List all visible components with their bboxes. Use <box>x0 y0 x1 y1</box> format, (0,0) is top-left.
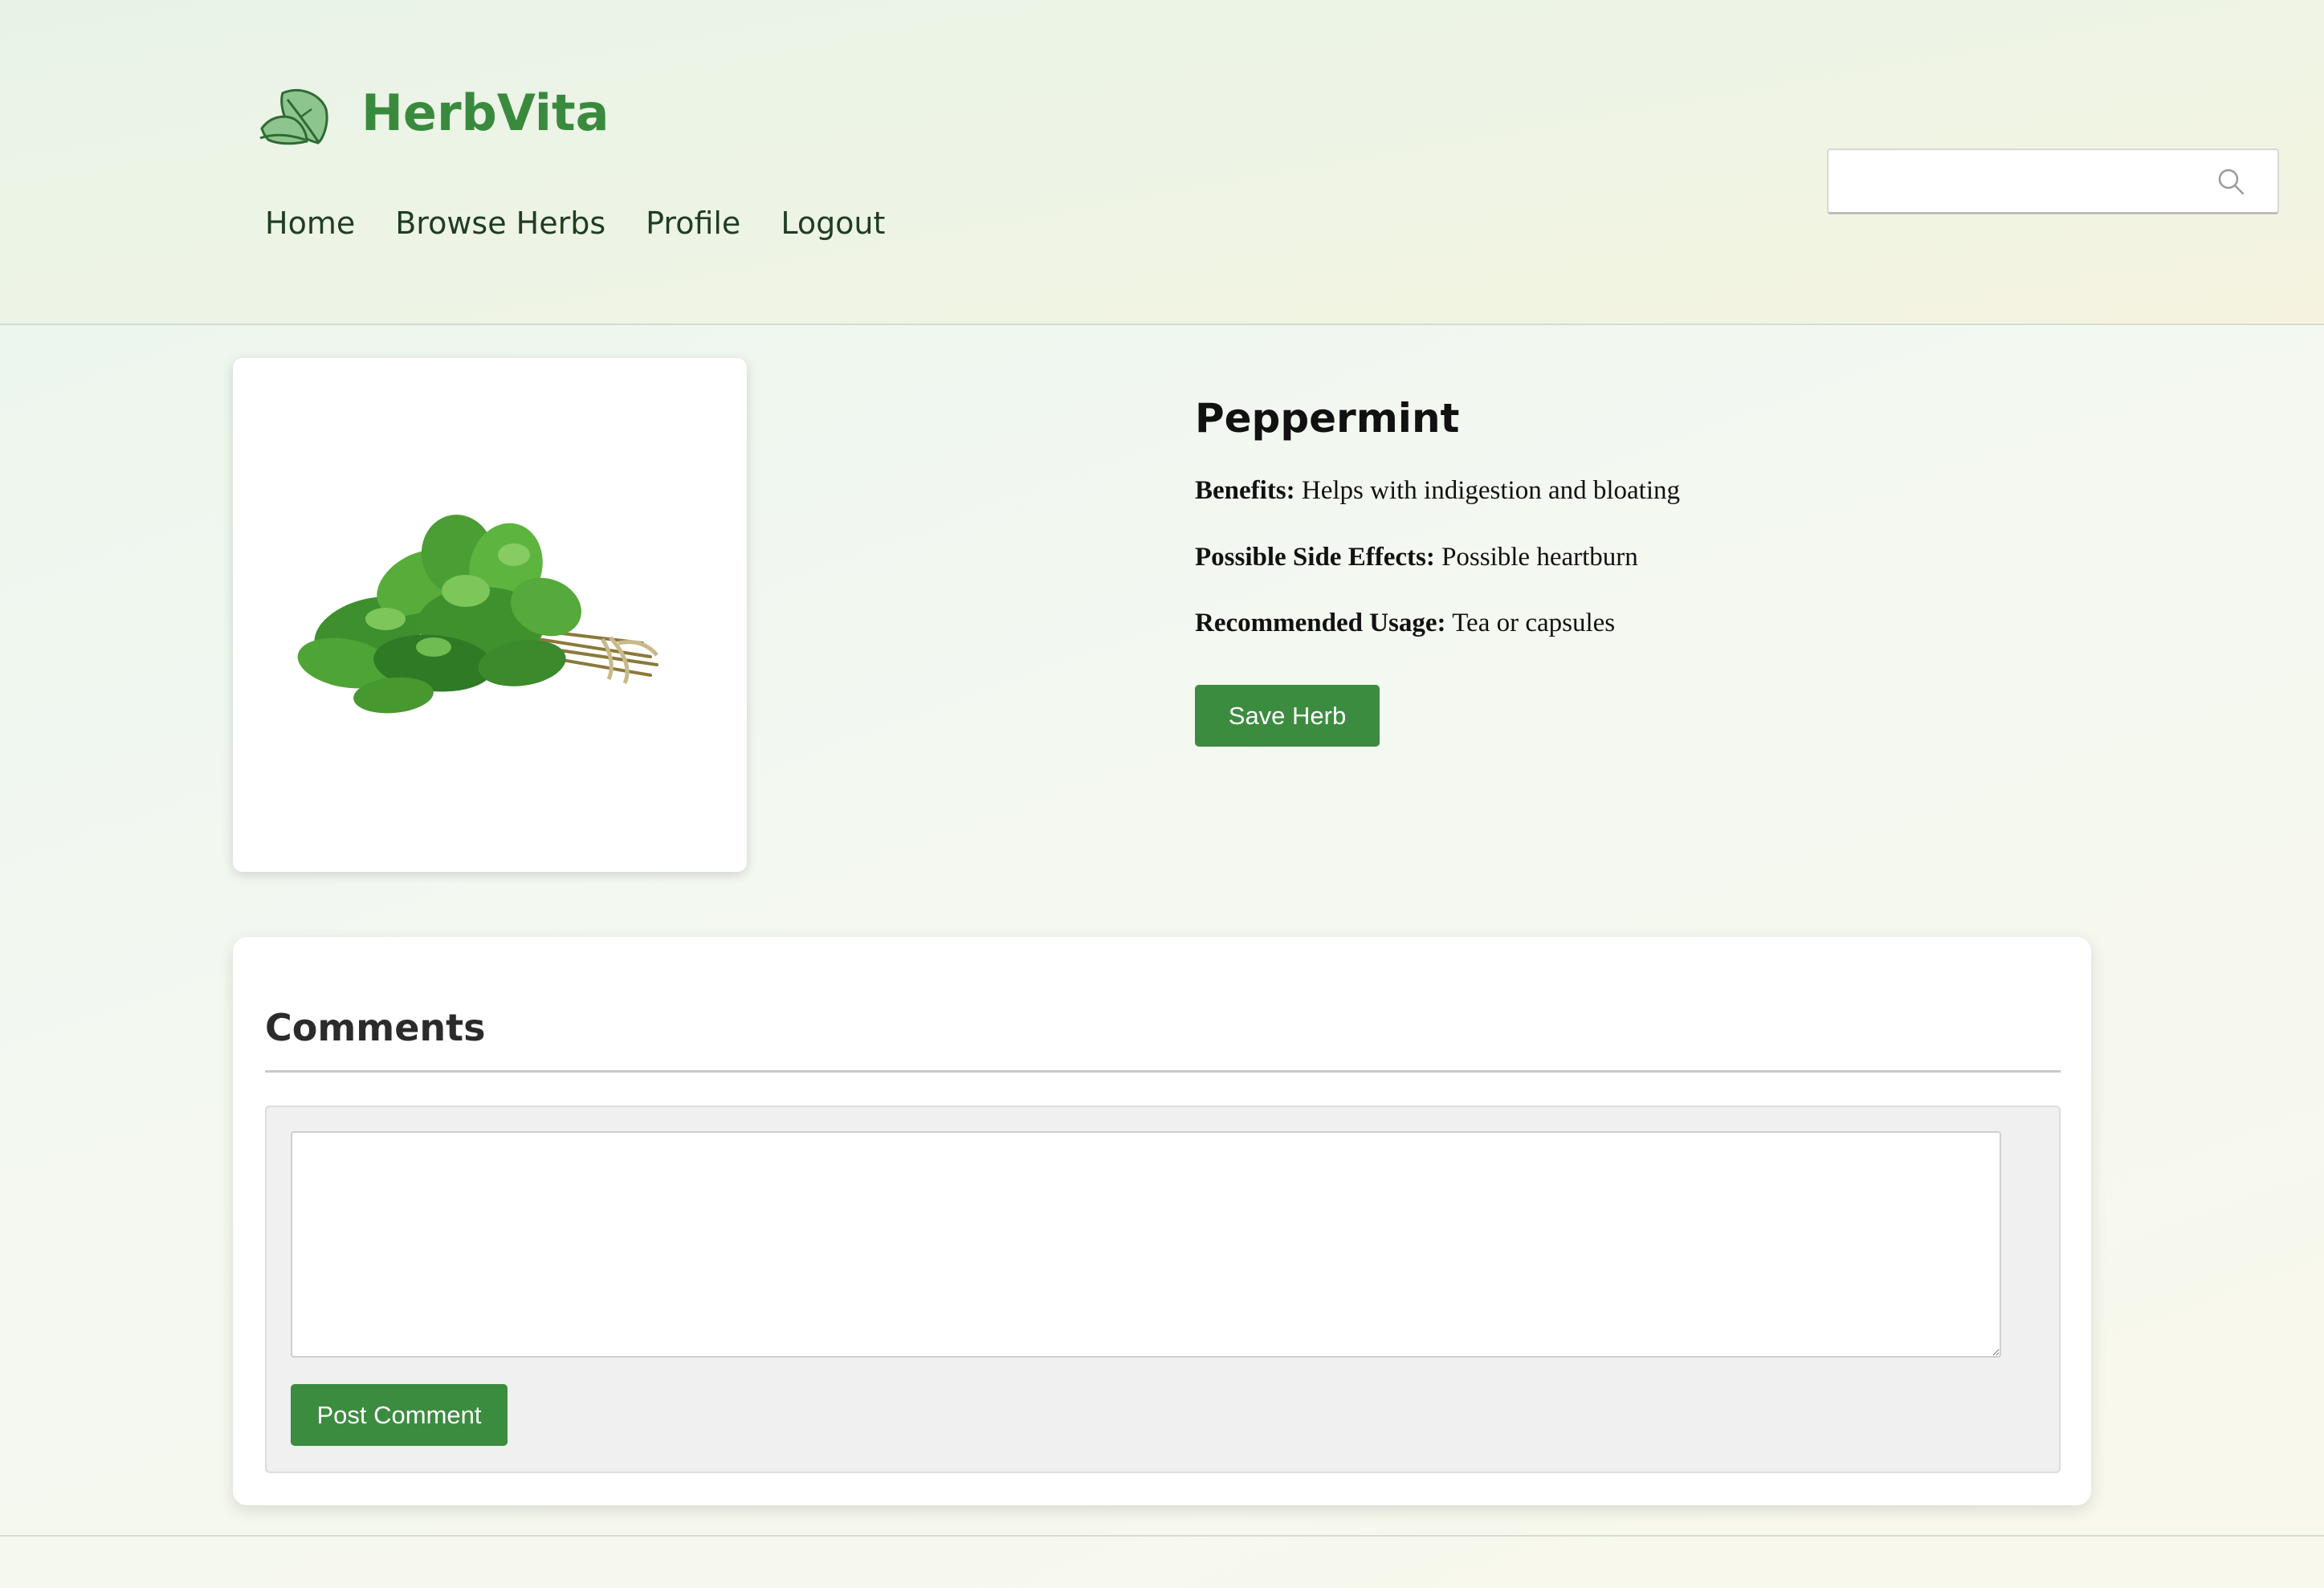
comments-title: Comments <box>265 1006 486 1049</box>
brand-name: HerbVita <box>361 83 610 142</box>
search-input[interactable] <box>1829 150 2215 212</box>
nav-browse-herbs[interactable]: Browse Herbs <box>395 206 605 241</box>
search-box <box>1827 149 2279 214</box>
comment-textarea[interactable] <box>291 1131 2001 1358</box>
peppermint-image <box>297 515 658 714</box>
nav-profile[interactable]: Profile <box>646 206 740 241</box>
save-herb-button[interactable]: Save Herb <box>1195 685 1380 747</box>
herb-info: Peppermint Benefits: Helps with indigest… <box>1195 395 1998 674</box>
nav-home[interactable]: Home <box>265 206 355 241</box>
nav-logout[interactable]: Logout <box>781 206 885 241</box>
herb-name: Peppermint <box>1195 395 1460 442</box>
herb-usage: Recommended Usage: Tea or capsules <box>1195 608 1998 640</box>
usage-label: Recommended Usage: <box>1195 609 1446 638</box>
side-effects-value: Possible heartburn <box>1441 542 1638 572</box>
footer-divider <box>0 1535 2324 1537</box>
benefits-value: Helps with indigestion and bloating <box>1301 476 1681 505</box>
comments-section: Comments Post Comment <box>233 937 2091 1505</box>
leaf-icon <box>259 88 328 145</box>
comments-divider <box>265 1070 2061 1073</box>
usage-value: Tea or capsules <box>1452 609 1616 638</box>
post-comment-button[interactable]: Post Comment <box>291 1384 508 1446</box>
benefits-label: Benefits: <box>1195 476 1295 505</box>
comment-form: Post Comment <box>265 1105 2061 1473</box>
site-header: HerbVita Home Browse Herbs Profile Logou… <box>0 0 2324 325</box>
side-effects-label: Possible Side Effects: <box>1195 542 1435 572</box>
search-icon[interactable] <box>2215 165 2247 197</box>
herb-side-effects: Possible Side Effects: Possible heartbur… <box>1195 542 1998 574</box>
herb-image-card <box>233 358 747 872</box>
brand[interactable]: HerbVita <box>259 77 610 148</box>
herb-benefits: Benefits: Helps with indigestion and blo… <box>1195 475 1998 507</box>
main-nav: Home Browse Herbs Profile Logout <box>265 206 885 241</box>
